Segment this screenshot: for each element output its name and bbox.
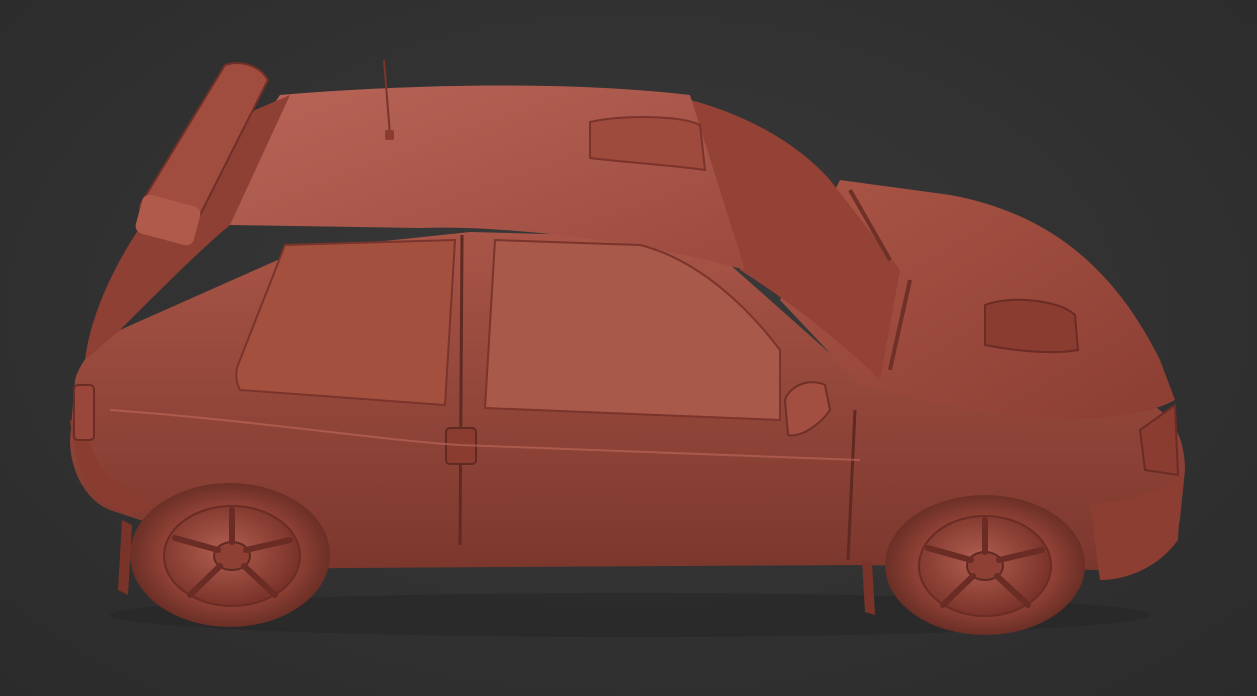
hood-scoop	[984, 298, 1080, 354]
door-seam	[458, 234, 464, 546]
rear-mud-flap	[118, 520, 132, 595]
car-model-render[interactable]	[0, 0, 1257, 696]
rear-wheel	[130, 483, 330, 627]
3d-viewport[interactable]	[0, 0, 1257, 696]
tail-light	[73, 384, 95, 441]
front-wheel	[885, 495, 1085, 635]
